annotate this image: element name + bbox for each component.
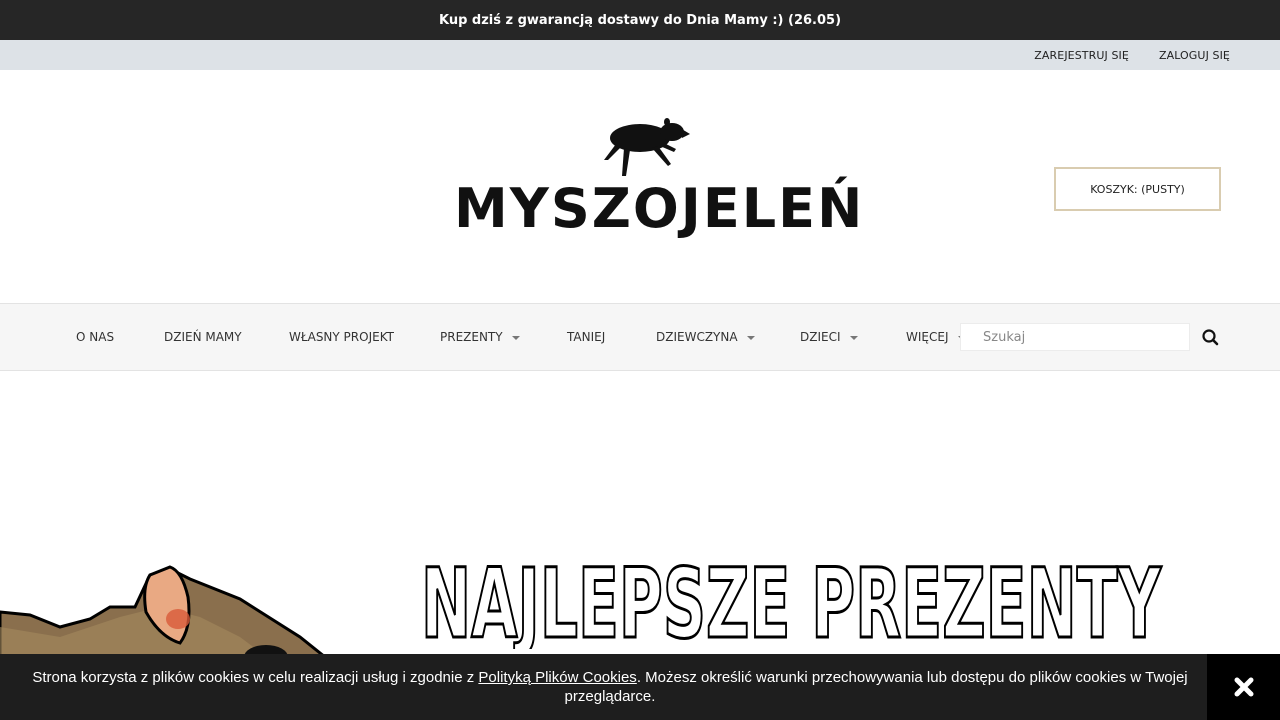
- caret-down-icon: [746, 335, 755, 340]
- nav-item-taniej[interactable]: TANIEJ: [567, 304, 605, 370]
- mouse-deer-illustration: [0, 565, 328, 657]
- hero-headline: NAJLEPSZE PREZENTY: [421, 559, 1162, 649]
- nav-item-label: O NAS: [76, 330, 115, 344]
- site-header: MYSZOJELEŃ KOSZYK: (PUSTY): [0, 70, 1280, 303]
- caret-down-icon: [511, 335, 520, 340]
- nav-item-label: WIĘCEJ: [906, 330, 949, 344]
- search-box: [960, 323, 1190, 351]
- search-icon: [1202, 329, 1219, 346]
- cookie-close-button[interactable]: [1207, 654, 1280, 720]
- mouse-deer-logo-icon: [604, 118, 690, 176]
- cart-button[interactable]: KOSZYK: (PUSTY): [1054, 167, 1221, 211]
- cart-label: KOSZYK: (PUSTY): [1090, 182, 1185, 196]
- nav-item-dziewczyna[interactable]: DZIEWCZYNA: [656, 304, 755, 370]
- nav-item-label: TANIEJ: [567, 330, 606, 344]
- nav-item-dzieci[interactable]: DZIECI: [800, 304, 858, 370]
- cookie-text-after: . Możesz określić warunki przechowywania…: [564, 669, 1188, 705]
- hero-headline-graphic: NAJLEPSZE PREZENTY: [421, 559, 1163, 649]
- nav-item-label: PREZENTY: [440, 330, 503, 344]
- nav-item-label: DZIECI: [800, 330, 841, 344]
- main-nav: O NAS DZIEŃ MAMY WŁASNY PROJEKT PREZENTY…: [0, 303, 1280, 371]
- nav-item-label: WŁASNY PROJEKT: [289, 330, 394, 344]
- nav-item-dzien-mamy[interactable]: DZIEŃ MAMY: [164, 304, 242, 370]
- search-input[interactable]: [961, 324, 1189, 350]
- logo-text: MYSZOJELEŃ: [454, 177, 865, 240]
- nav-item-prezenty[interactable]: PREZENTY: [440, 304, 520, 370]
- account-bar: ZAREJESTRUJ SIĘ ZALOGUJ SIĘ: [0, 40, 1280, 70]
- close-icon: [1234, 677, 1253, 697]
- nav-item-label: DZIEWCZYNA: [656, 330, 738, 344]
- nav-item-o-nas[interactable]: O NAS: [76, 304, 114, 370]
- cookie-text-before: Strona korzysta z plików cookies w celu …: [32, 669, 479, 686]
- nav-item-wiecej[interactable]: WIĘCEJ: [906, 304, 966, 370]
- site-logo[interactable]: MYSZOJELEŃ: [454, 116, 865, 246]
- login-link[interactable]: ZALOGUJ SIĘ: [1159, 49, 1230, 62]
- caret-down-icon: [849, 335, 858, 340]
- cookie-text: Strona korzysta z plików cookies w celu …: [0, 668, 1220, 706]
- nav-item-label: DZIEŃ MAMY: [164, 330, 242, 344]
- cookie-bar: Strona korzysta z plików cookies w celu …: [0, 654, 1280, 720]
- register-link[interactable]: ZAREJESTRUJ SIĘ: [1034, 49, 1129, 62]
- cookie-policy-link[interactable]: Polityką Plików Cookies: [478, 669, 636, 686]
- promo-bar: Kup dziś z gwarancją dostawy do Dnia Mam…: [0, 0, 1280, 40]
- nav-item-wlasny-projekt[interactable]: WŁASNY PROJEKT: [289, 304, 394, 370]
- search-button[interactable]: [1196, 327, 1224, 349]
- promo-text: Kup dziś z gwarancją dostawy do Dnia Mam…: [438, 12, 842, 28]
